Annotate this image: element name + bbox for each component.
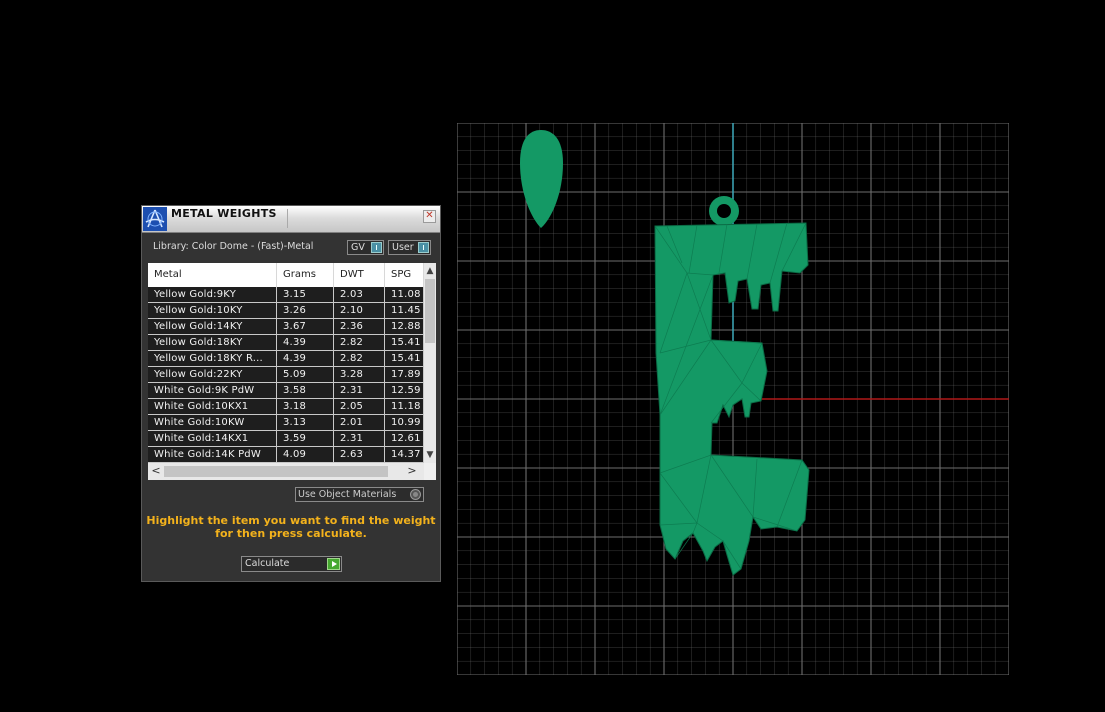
metal-cell: Yellow Gold:18KY (148, 335, 277, 351)
metal-table: Metal Grams DWT SPG Yellow Gold:9KY 3.15 2… (148, 263, 436, 480)
grams-cell: 3.59 (277, 431, 334, 447)
table-row[interactable]: White Gold:9K PdW 3.58 2.31 12.59 (148, 383, 424, 399)
column-header-dwt[interactable]: DWT (334, 263, 385, 287)
spg-cell: 11.08 (385, 287, 424, 303)
table-row[interactable]: Yellow Gold:14KY 3.67 2.36 12.88 (148, 319, 424, 335)
gv-toggle-label: GV (351, 242, 365, 253)
scroll-left-arrow-icon[interactable]: < (150, 465, 162, 477)
gv-toggle[interactable]: GV (347, 240, 384, 255)
vertical-scrollbar[interactable]: ▲ ▼ (424, 263, 436, 463)
metal-cell: Yellow Gold:14KY (148, 319, 277, 335)
metal-cell: White Gold:10KX1 (148, 399, 277, 415)
metal-cell: White Gold:14KX1 (148, 431, 277, 447)
dwt-cell: 2.03 (334, 287, 385, 303)
column-header-spg[interactable]: SPG (385, 263, 424, 287)
table-row[interactable]: White Gold:10KW 3.13 2.01 10.99 (148, 415, 424, 431)
spg-cell: 12.61 (385, 431, 424, 447)
column-header-metal[interactable]: Metal (148, 263, 277, 287)
grams-cell: 3.26 (277, 303, 334, 319)
grams-cell: 4.09 (277, 447, 334, 463)
calculate-button[interactable]: Calculate (241, 556, 342, 572)
table-row[interactable]: Yellow Gold:10KY 3.26 2.10 11.45 (148, 303, 424, 319)
spg-cell: 15.41 (385, 351, 424, 367)
spg-cell: 11.18 (385, 399, 424, 415)
spg-cell: 17.89 (385, 367, 424, 383)
scrollbar-corner (424, 463, 436, 480)
calculate-button-label: Calculate (245, 558, 290, 569)
column-header-grams[interactable]: Grams (277, 263, 334, 287)
3d-viewport[interactable] (457, 123, 1009, 675)
table-row[interactable]: White Gold:14KX1 3.59 2.31 12.61 (148, 431, 424, 447)
panel-titlebar[interactable]: METAL WEIGHTS ✕ (142, 206, 440, 233)
horizontal-scrollbar[interactable]: < > (148, 463, 424, 480)
grams-cell: 3.15 (277, 287, 334, 303)
dwt-cell: 2.82 (334, 351, 385, 367)
use-object-materials-label: Use Object Materials (298, 489, 397, 500)
scroll-down-arrow-icon[interactable]: ▼ (424, 449, 436, 461)
spg-cell: 15.41 (385, 335, 424, 351)
library-label: Library: Color Dome - (Fast)-Metal (153, 241, 314, 252)
spg-cell: 12.59 (385, 383, 424, 399)
table-row[interactable]: Yellow Gold:9KY 3.15 2.03 11.08 (148, 287, 424, 303)
dwt-cell: 2.05 (334, 399, 385, 415)
toggle-switch-icon (418, 242, 429, 253)
dwt-cell: 2.31 (334, 383, 385, 399)
table-header: Metal Grams DWT SPG (148, 263, 424, 287)
panel-title: METAL WEIGHTS (171, 207, 277, 220)
dwt-cell: 3.28 (334, 367, 385, 383)
dwt-cell: 2.31 (334, 431, 385, 447)
user-toggle[interactable]: User (388, 240, 431, 255)
table-row[interactable]: Yellow Gold:18KY 4.39 2.82 15.41 (148, 335, 424, 351)
table-row[interactable]: Yellow Gold:22KY 5.09 3.28 17.89 (148, 367, 424, 383)
horizontal-scroll-thumb[interactable] (164, 466, 388, 477)
table-row[interactable]: White Gold:10KX1 3.18 2.05 11.18 (148, 399, 424, 415)
grams-cell: 3.18 (277, 399, 334, 415)
radio-button-icon[interactable] (410, 489, 421, 500)
metal-cell: Yellow Gold:18KY R... (148, 351, 277, 367)
dwt-cell: 2.10 (334, 303, 385, 319)
close-button[interactable]: ✕ (423, 210, 436, 223)
spg-cell: 10.99 (385, 415, 424, 431)
table-body: Yellow Gold:9KY 3.15 2.03 11.08 Yellow Gold:… (148, 287, 424, 463)
dwt-cell: 2.36 (334, 319, 385, 335)
metal-cell: Yellow Gold:10KY (148, 303, 277, 319)
scroll-up-arrow-icon[interactable]: ▲ (424, 265, 436, 277)
dwt-cell: 2.82 (334, 335, 385, 351)
grams-cell: 3.58 (277, 383, 334, 399)
scroll-right-arrow-icon[interactable]: > (406, 465, 418, 477)
grams-cell: 5.09 (277, 367, 334, 383)
app-logo-icon (143, 207, 167, 231)
toggle-switch-icon (371, 242, 382, 253)
table-row[interactable]: White Gold:14K PdW 4.09 2.63 14.37 (148, 447, 424, 463)
vertical-scroll-thumb[interactable] (425, 279, 435, 343)
play-arrow-icon (327, 558, 340, 570)
table-row[interactable]: Yellow Gold:18KY R... 4.39 2.82 15.41 (148, 351, 424, 367)
grams-cell: 3.13 (277, 415, 334, 431)
metal-weights-panel: METAL WEIGHTS ✕ Library: Color Dome - (F… (141, 205, 441, 582)
spg-cell: 14.37 (385, 447, 424, 463)
grams-cell: 3.67 (277, 319, 334, 335)
metal-cell: White Gold:14K PdW (148, 447, 277, 463)
user-toggle-label: User (392, 242, 414, 253)
dwt-cell: 2.01 (334, 415, 385, 431)
spg-cell: 11.45 (385, 303, 424, 319)
use-object-materials-option[interactable]: Use Object Materials (295, 487, 424, 502)
dwt-cell: 2.63 (334, 447, 385, 463)
spg-cell: 12.88 (385, 319, 424, 335)
instruction-text: Highlight the item you want to find the … (146, 514, 436, 540)
metal-cell: White Gold:10KW (148, 415, 277, 431)
grams-cell: 4.39 (277, 351, 334, 367)
titlebar-divider (287, 209, 428, 228)
metal-cell: Yellow Gold:9KY (148, 287, 277, 303)
metal-cell: White Gold:9K PdW (148, 383, 277, 399)
pendant-bail[interactable] (709, 196, 739, 226)
metal-cell: Yellow Gold:22KY (148, 367, 277, 383)
grams-cell: 4.39 (277, 335, 334, 351)
